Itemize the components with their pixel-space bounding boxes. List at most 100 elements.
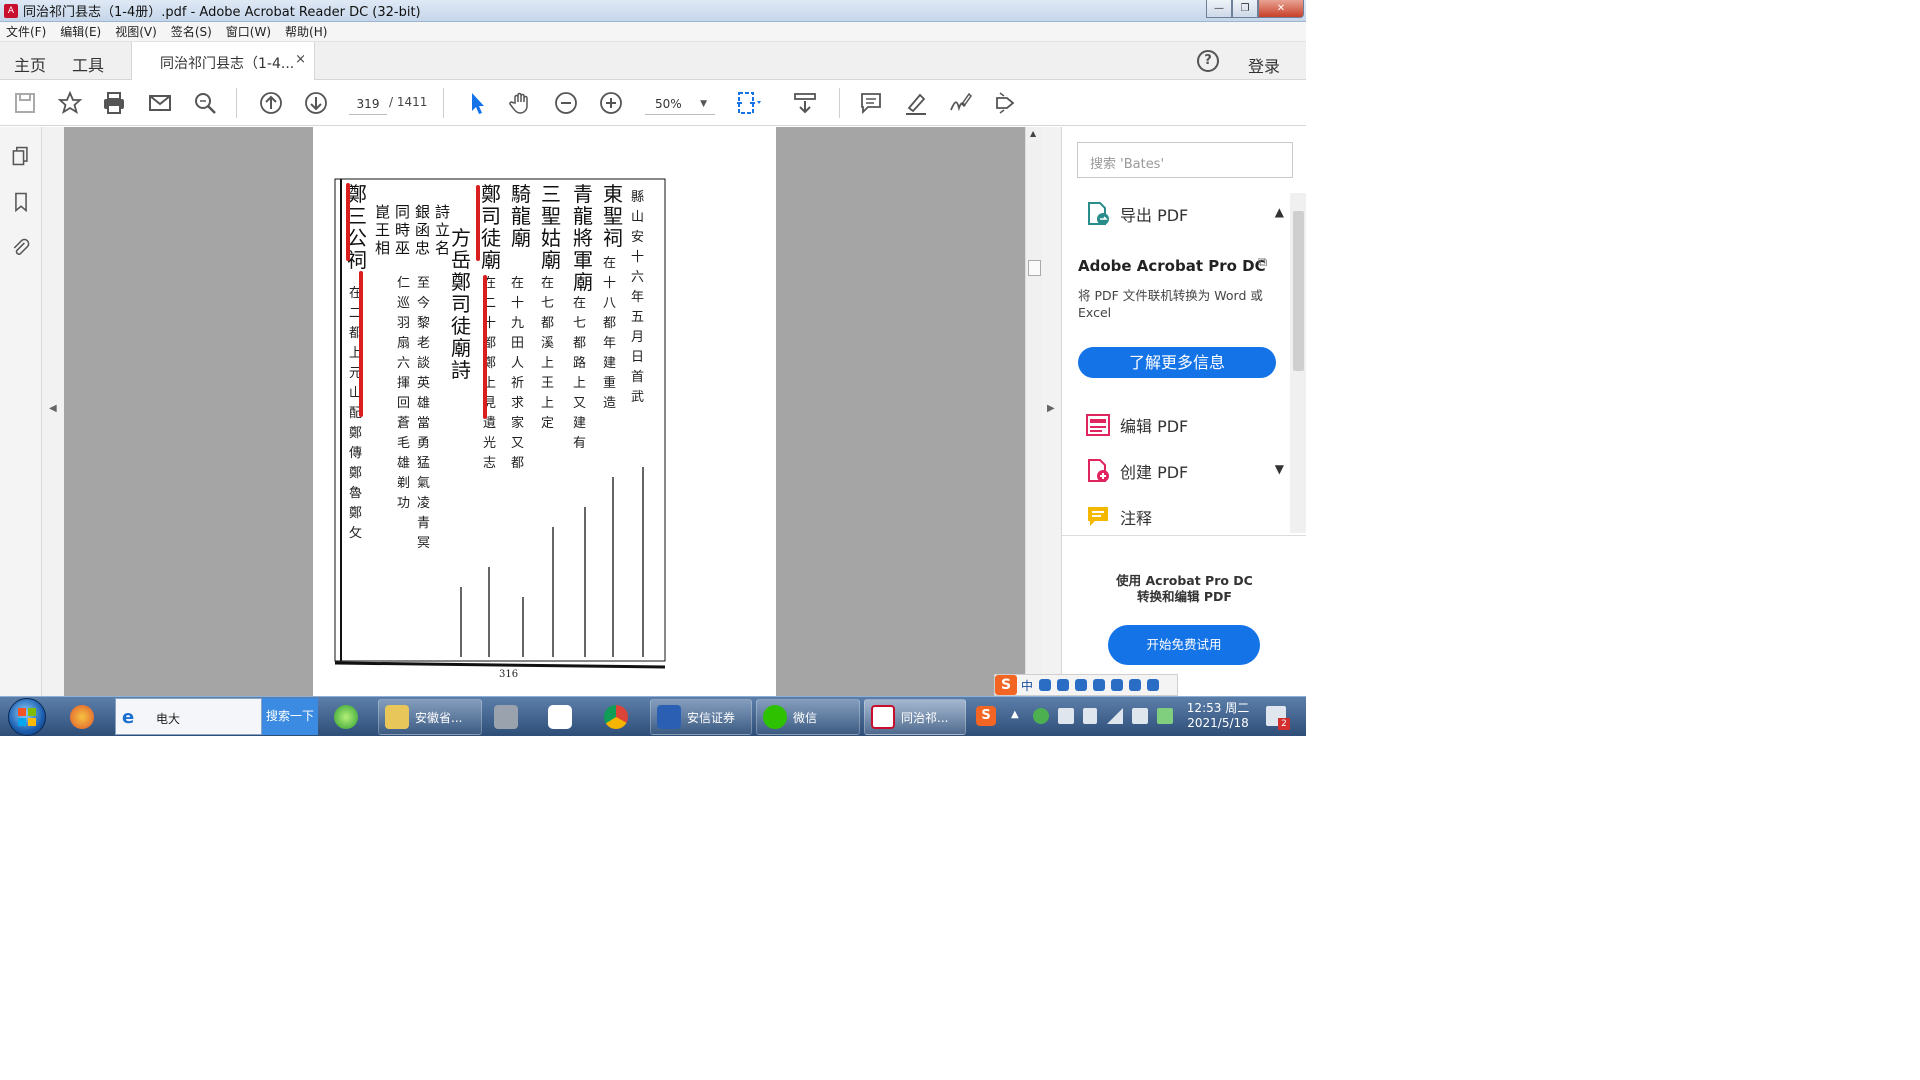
hand-icon[interactable] bbox=[507, 89, 535, 117]
signin-link[interactable]: 登录 bbox=[1248, 53, 1280, 77]
ie-address-bar[interactable]: e 电大 bbox=[115, 698, 262, 735]
taskbar-clock[interactable]: 12:53 周二 2021/5/18 bbox=[1183, 701, 1253, 731]
punctuation-icon[interactable] bbox=[1039, 679, 1052, 691]
svg-text:鄭: 鄭 bbox=[451, 270, 471, 294]
page-number-input[interactable]: 319 bbox=[349, 93, 387, 115]
menu-view[interactable]: 视图(V) bbox=[115, 23, 157, 40]
comment-icon[interactable] bbox=[857, 89, 885, 117]
svg-text:年: 年 bbox=[603, 336, 616, 351]
select-cursor-icon[interactable] bbox=[463, 89, 491, 117]
volume-muted-icon[interactable] bbox=[1132, 708, 1148, 724]
taskbar-browser-360[interactable] bbox=[328, 699, 372, 735]
menu-edit[interactable]: 编辑(E) bbox=[60, 23, 101, 40]
action-center-icon[interactable] bbox=[1157, 708, 1173, 724]
share-icon[interactable] bbox=[991, 89, 1019, 117]
voice-icon[interactable] bbox=[1075, 679, 1088, 691]
edit-pdf-tool[interactable]: 编辑 PDF bbox=[1084, 410, 1284, 440]
emoji-icon[interactable] bbox=[1057, 679, 1070, 691]
tab-close-icon[interactable]: × bbox=[295, 52, 306, 67]
zoom-out-icon[interactable] bbox=[552, 89, 580, 117]
taskbar-netdisk[interactable] bbox=[542, 699, 586, 735]
taskbar-launcher[interactable] bbox=[64, 699, 108, 735]
keyboard-icon[interactable] bbox=[1093, 679, 1106, 691]
svg-text:立: 立 bbox=[435, 221, 450, 239]
svg-text:十: 十 bbox=[511, 296, 524, 311]
svg-text:函: 函 bbox=[415, 221, 430, 239]
signal-icon[interactable] bbox=[1107, 708, 1123, 724]
menu-help[interactable]: 帮助(H) bbox=[285, 23, 327, 40]
page-up-icon[interactable] bbox=[257, 89, 285, 117]
svg-text:聖: 聖 bbox=[603, 204, 623, 228]
highlight-icon[interactable] bbox=[902, 89, 930, 117]
page-down-icon[interactable] bbox=[302, 89, 330, 117]
chevron-up-icon[interactable]: ▲ bbox=[1275, 205, 1284, 219]
scroll-up-icon[interactable]: ▲ bbox=[1030, 129, 1036, 138]
svg-text:相: 相 bbox=[375, 239, 390, 257]
device-icon[interactable] bbox=[1083, 708, 1097, 724]
sign-icon[interactable] bbox=[946, 89, 974, 117]
wechat-icon bbox=[763, 705, 787, 729]
tab-home[interactable]: 主页 bbox=[14, 52, 46, 76]
taskbar-wechat[interactable]: 微信 bbox=[756, 699, 860, 735]
close-button[interactable]: ✕ bbox=[1258, 0, 1304, 18]
user-icon[interactable] bbox=[1111, 679, 1124, 691]
menu-file[interactable]: 文件(F) bbox=[6, 23, 46, 40]
bookmark-star-icon[interactable] bbox=[56, 89, 84, 117]
zoom-select[interactable]: 50% ▼ bbox=[645, 93, 715, 115]
tray-expand-icon[interactable]: ▲ bbox=[1011, 709, 1019, 720]
notification-icon[interactable]: 2 bbox=[1266, 706, 1290, 730]
sogou-tray-icon[interactable]: S bbox=[976, 706, 996, 726]
scroll-thumb[interactable] bbox=[1028, 260, 1041, 276]
save-icon[interactable] bbox=[11, 89, 39, 117]
tab-tools[interactable]: 工具 bbox=[72, 52, 104, 76]
menu-sign[interactable]: 签名(S) bbox=[171, 23, 212, 40]
print-icon[interactable] bbox=[100, 89, 128, 117]
menu-window[interactable]: 窗口(W) bbox=[226, 23, 271, 40]
taskbar-chrome[interactable] bbox=[598, 699, 642, 735]
tools-pane-scrollbar[interactable] bbox=[1290, 193, 1306, 533]
scroll-mode-icon[interactable] bbox=[791, 89, 819, 117]
learn-more-button[interactable]: 了解更多信息 bbox=[1078, 347, 1276, 378]
comment-tool[interactable]: 注释 bbox=[1084, 502, 1284, 532]
start-button[interactable] bbox=[8, 698, 46, 736]
email-icon[interactable] bbox=[146, 89, 174, 117]
restore-button[interactable]: ❐ bbox=[1232, 0, 1258, 18]
taskbar-securities[interactable]: 安信证券 bbox=[650, 699, 752, 735]
network-off-icon[interactable] bbox=[1058, 708, 1074, 724]
svg-text:廟: 廟 bbox=[573, 270, 593, 294]
tools-pane-scroll-thumb[interactable] bbox=[1293, 211, 1304, 371]
zoom-in-icon[interactable] bbox=[597, 89, 625, 117]
minimize-button[interactable]: — bbox=[1206, 0, 1232, 18]
svg-text:青: 青 bbox=[417, 516, 430, 531]
bookmarks-icon[interactable] bbox=[8, 189, 34, 215]
taskbar-tool-app[interactable] bbox=[488, 699, 532, 735]
sogou-icon[interactable]: S bbox=[995, 675, 1017, 695]
copy-icon[interactable]: ⧉ bbox=[1258, 255, 1267, 270]
svg-text:功: 功 bbox=[397, 496, 410, 511]
document-scrollbar[interactable]: ▲ bbox=[1025, 127, 1042, 696]
create-pdf-tool[interactable]: 创建 PDF ▼ bbox=[1084, 456, 1284, 486]
create-pdf-icon bbox=[1088, 459, 1109, 482]
page-thumbnails-icon[interactable] bbox=[8, 143, 34, 169]
start-free-trial-button[interactable]: 开始免费试用 bbox=[1108, 625, 1260, 665]
bates-search-input[interactable]: 搜索 'Bates' bbox=[1077, 142, 1293, 178]
attachments-icon[interactable] bbox=[8, 235, 34, 261]
ime-language[interactable]: 中 bbox=[1021, 677, 1033, 694]
toolbox-icon[interactable] bbox=[1147, 679, 1160, 691]
ie-icon: e bbox=[122, 707, 135, 728]
chevron-down-icon[interactable]: ▼ bbox=[1275, 462, 1284, 476]
taskbar-folder[interactable]: 安徽省... bbox=[378, 699, 482, 735]
export-pdf-tool[interactable]: 导出 PDF ▲ bbox=[1084, 199, 1284, 229]
left-collapse-handle[interactable]: ◀ bbox=[42, 127, 64, 696]
fit-page-icon[interactable] bbox=[734, 89, 762, 117]
security-tray-icon[interactable] bbox=[1033, 708, 1049, 724]
search-zoom-icon[interactable] bbox=[191, 89, 219, 117]
help-icon[interactable]: ? bbox=[1197, 50, 1219, 72]
taskbar-acrobat[interactable]: 同治祁... bbox=[864, 699, 966, 735]
skin-icon[interactable] bbox=[1129, 679, 1142, 691]
system-tray: S ▲ bbox=[976, 697, 1306, 736]
svg-text:司: 司 bbox=[481, 204, 501, 228]
taskbar-search-button[interactable]: 搜索一下 bbox=[262, 698, 318, 735]
tab-document[interactable]: 同治祁门县志（1-4... × bbox=[131, 42, 315, 81]
right-collapse-handle[interactable]: ▶ bbox=[1042, 127, 1061, 696]
